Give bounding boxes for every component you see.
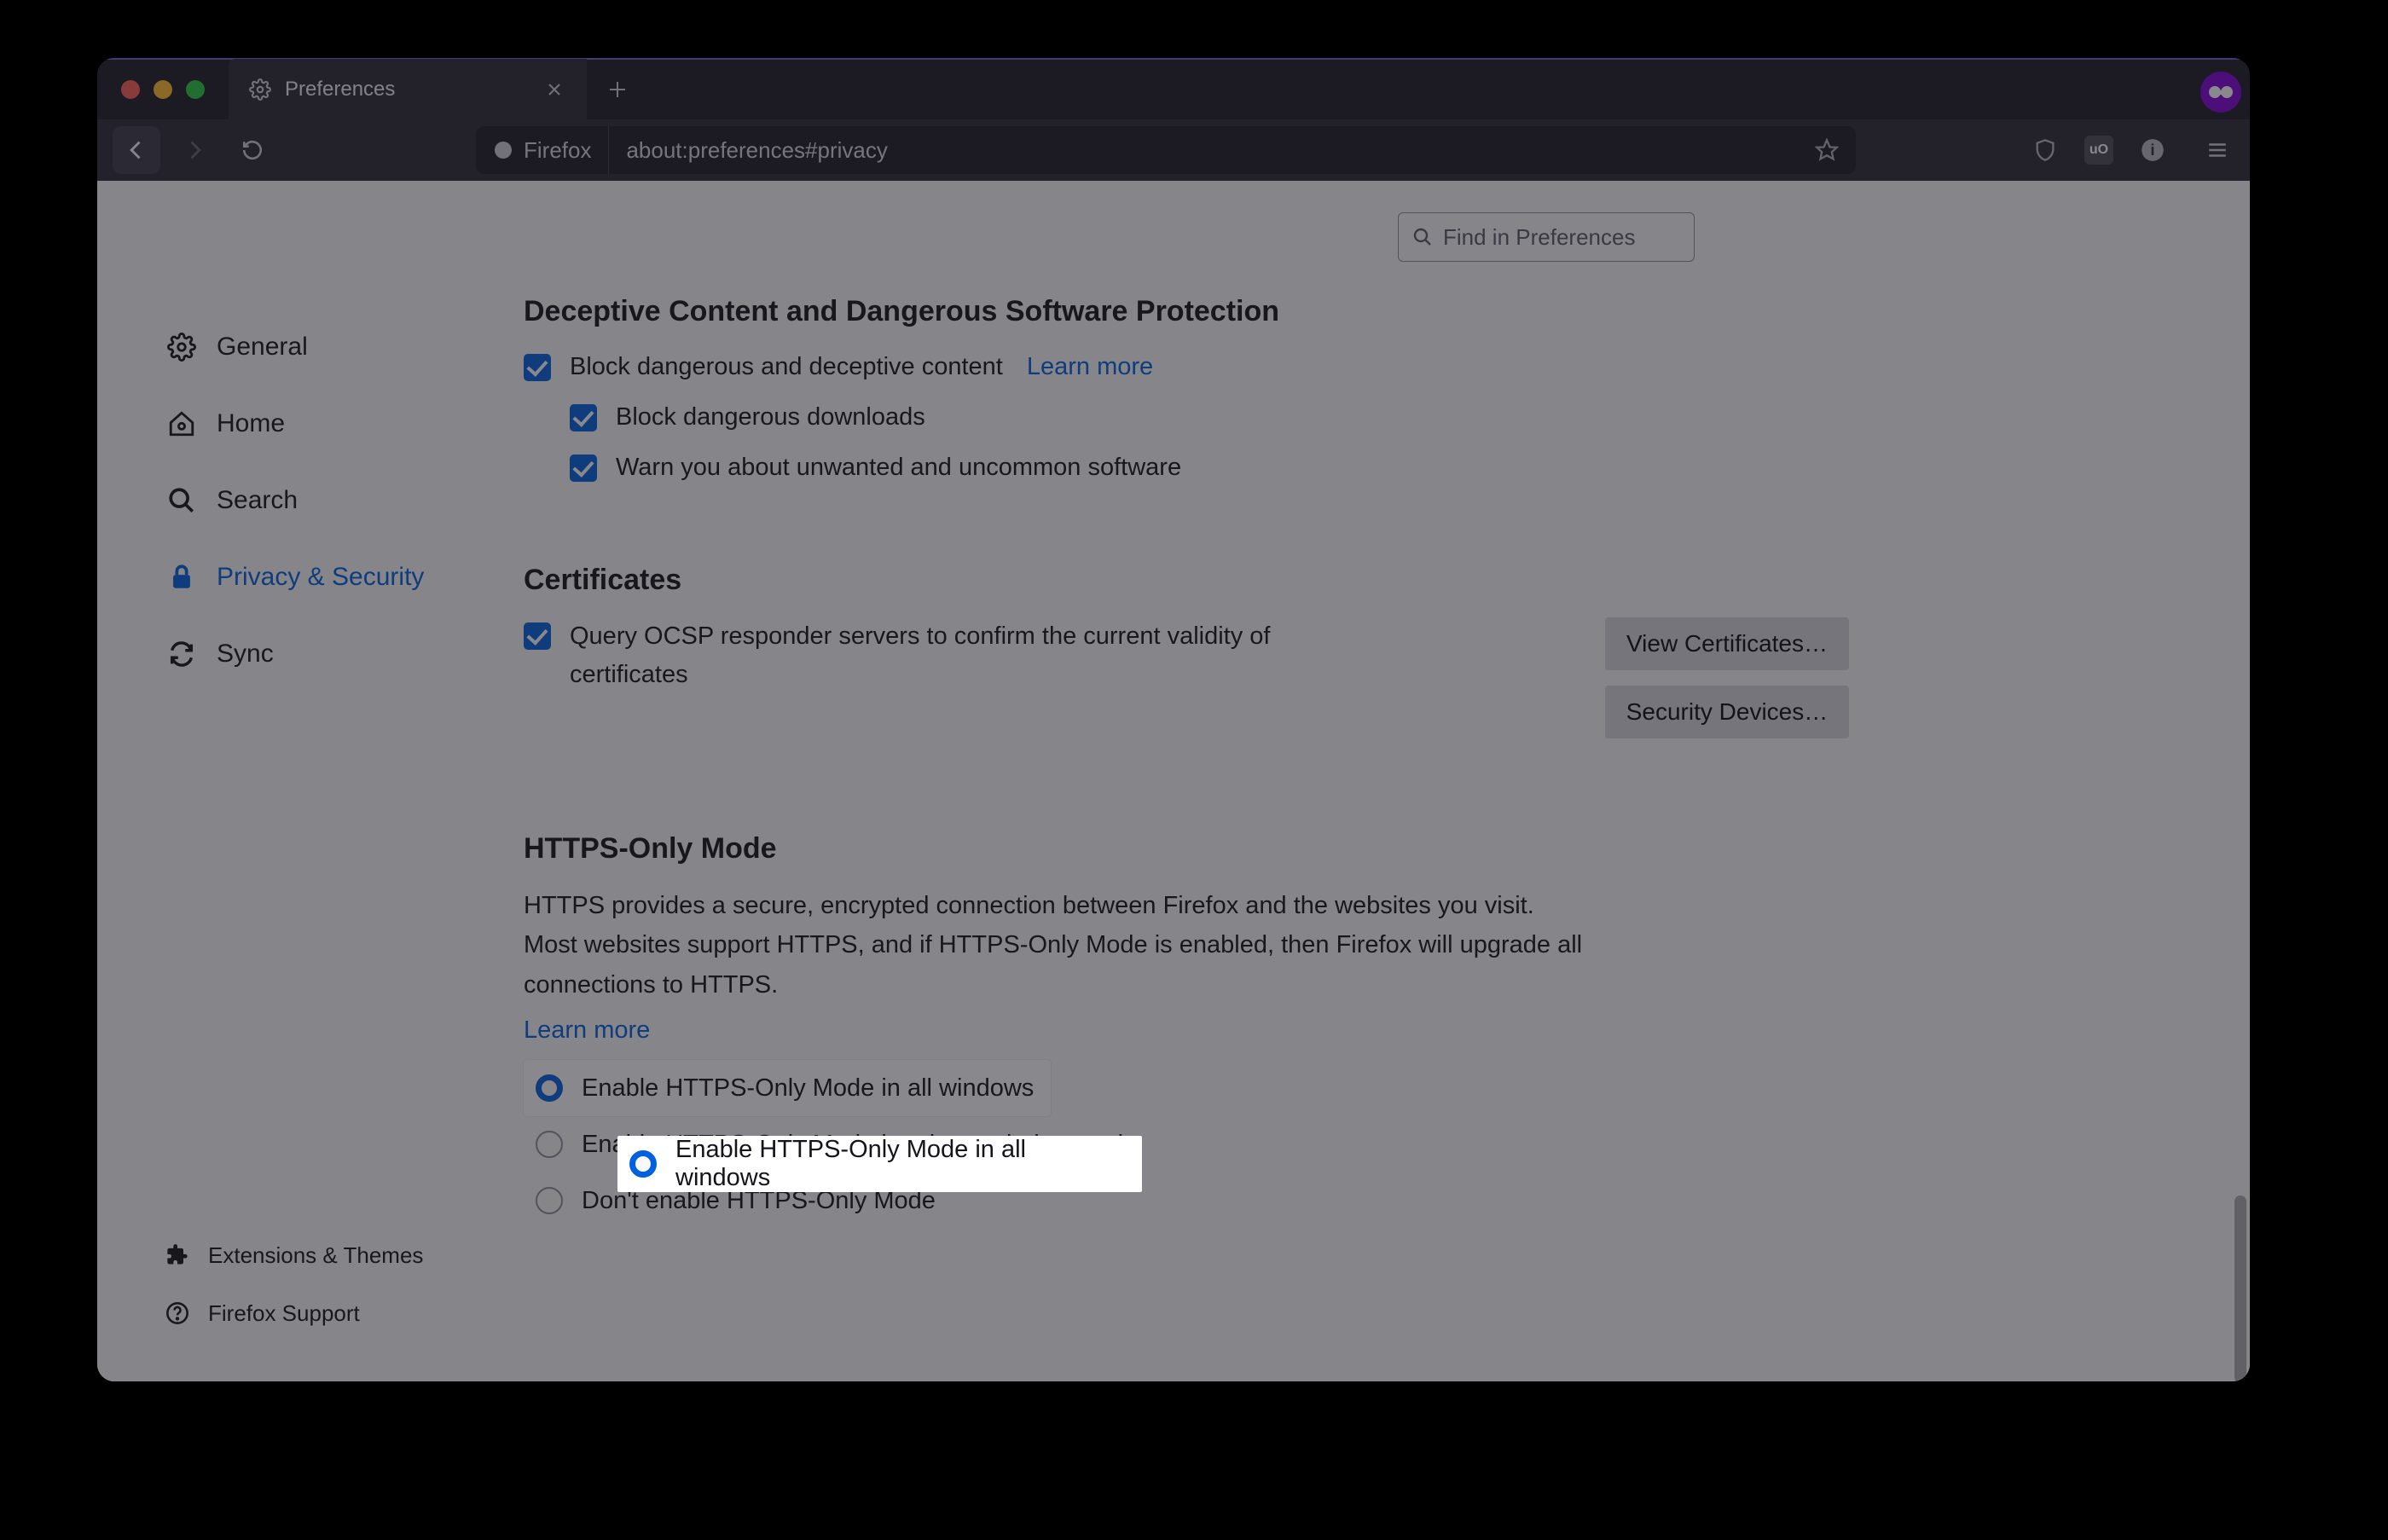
sidebar-item-label: Privacy & Security bbox=[217, 563, 424, 592]
private-browsing-icon bbox=[2200, 72, 2241, 113]
tab-preferences[interactable]: Preferences bbox=[229, 59, 587, 120]
sidebar-item-search[interactable]: Search bbox=[165, 462, 490, 539]
checkbox-label: Block dangerous and deceptive content bbox=[570, 353, 1003, 381]
browser-window: Preferences Firefox about:preferenc bbox=[97, 58, 2250, 1381]
radio-label: Enable HTTPS-Only Mode in all windows bbox=[582, 1074, 1034, 1103]
forward-button[interactable] bbox=[171, 126, 218, 174]
tab-close-button[interactable] bbox=[542, 78, 566, 101]
identity-label: Firefox bbox=[524, 137, 591, 164]
reload-button[interactable] bbox=[229, 126, 276, 174]
gear-icon bbox=[249, 78, 271, 101]
back-button[interactable] bbox=[113, 126, 160, 174]
checkbox-icon bbox=[570, 454, 597, 482]
search-icon bbox=[1412, 227, 1433, 247]
hamburger-menu-icon[interactable] bbox=[2200, 133, 2234, 167]
checkbox-ocsp[interactable]: Query OCSP responder servers to confirm … bbox=[524, 617, 1308, 694]
checkbox-icon bbox=[524, 354, 551, 381]
section-title-https-only: HTTPS-Only Mode bbox=[524, 832, 1849, 866]
find-in-preferences-input[interactable]: Find in Preferences bbox=[1398, 212, 1695, 262]
tab-title: Preferences bbox=[285, 78, 395, 101]
sidebar-item-support[interactable]: Firefox Support bbox=[165, 1284, 423, 1342]
lock-icon bbox=[165, 561, 198, 593]
zoom-window-button[interactable] bbox=[186, 80, 205, 99]
learn-more-link[interactable]: Learn more bbox=[524, 1016, 650, 1044]
preferences-main-pane: Deceptive Content and Dangerous Software… bbox=[524, 300, 1849, 1229]
new-tab-button[interactable] bbox=[592, 64, 643, 115]
puzzle-icon bbox=[165, 1243, 189, 1267]
svg-text:i: i bbox=[2150, 141, 2154, 159]
minimize-window-button[interactable] bbox=[154, 80, 172, 99]
sidebar-item-home[interactable]: Home bbox=[165, 385, 490, 462]
scrollbar-thumb[interactable] bbox=[2234, 1196, 2246, 1381]
preferences-sidebar: General Home Search Privacy & Security S… bbox=[165, 309, 490, 692]
radio-icon bbox=[629, 1150, 657, 1178]
radio-icon bbox=[536, 1074, 563, 1102]
radio-label-highlight: Enable HTTPS-Only Mode in all windows bbox=[675, 1136, 1125, 1192]
checkbox-icon bbox=[524, 622, 551, 650]
home-icon bbox=[165, 408, 198, 440]
sidebar-item-label: Firefox Support bbox=[208, 1300, 360, 1327]
find-placeholder: Find in Preferences bbox=[1443, 224, 1635, 251]
section-title-deceptive: Deceptive Content and Dangerous Software… bbox=[524, 295, 1849, 327]
url-text: about:preferences#privacy bbox=[609, 137, 1798, 164]
preferences-content: Find in Preferences General Home Search … bbox=[97, 181, 2250, 1381]
sidebar-item-label: Home bbox=[217, 409, 285, 438]
checkbox-warn-unwanted[interactable]: Warn you about unwanted and uncommon sof… bbox=[570, 454, 1849, 482]
radio-https-all-windows[interactable]: Enable HTTPS-Only Mode in all windows bbox=[524, 1060, 1051, 1116]
security-devices-button[interactable]: Security Devices… bbox=[1605, 686, 1849, 738]
search-icon bbox=[165, 484, 198, 517]
gear-icon bbox=[165, 331, 198, 363]
https-only-description: HTTPS provides a secure, encrypted conne… bbox=[524, 886, 1590, 1004]
tab-bar: Preferences bbox=[97, 58, 2250, 119]
bookmark-star-icon[interactable] bbox=[1798, 138, 1856, 162]
firefox-logo-icon bbox=[493, 140, 513, 160]
identity-box[interactable]: Firefox bbox=[476, 126, 609, 174]
sidebar-bottom: Extensions & Themes Firefox Support bbox=[165, 1226, 423, 1342]
sidebar-item-privacy[interactable]: Privacy & Security bbox=[165, 539, 490, 616]
section-title-certificates: Certificates bbox=[524, 564, 1849, 597]
sidebar-item-general[interactable]: General bbox=[165, 309, 490, 385]
checkbox-block-downloads[interactable]: Block dangerous downloads bbox=[570, 403, 1849, 431]
checkbox-label: Query OCSP responder servers to confirm … bbox=[570, 617, 1308, 694]
close-window-button[interactable] bbox=[121, 80, 140, 99]
radio-icon bbox=[536, 1187, 563, 1214]
sidebar-item-sync[interactable]: Sync bbox=[165, 616, 490, 692]
ublock-icon[interactable]: uO bbox=[2084, 136, 2113, 165]
view-certificates-button[interactable]: View Certificates… bbox=[1605, 617, 1849, 670]
learn-more-link[interactable]: Learn more bbox=[1027, 353, 1153, 381]
sidebar-item-label: General bbox=[217, 333, 308, 362]
checkbox-icon bbox=[570, 404, 597, 431]
url-bar[interactable]: Firefox about:preferences#privacy bbox=[476, 126, 1856, 174]
question-icon bbox=[165, 1301, 189, 1325]
window-controls bbox=[97, 80, 229, 99]
checkbox-label: Block dangerous downloads bbox=[616, 403, 925, 431]
sidebar-item-label: Sync bbox=[217, 640, 274, 669]
sync-icon bbox=[165, 638, 198, 670]
checkbox-block-deceptive[interactable]: Block dangerous and deceptive content Le… bbox=[524, 353, 1849, 381]
sidebar-item-label: Search bbox=[217, 486, 298, 515]
sidebar-item-extensions[interactable]: Extensions & Themes bbox=[165, 1226, 423, 1284]
sidebar-item-label: Extensions & Themes bbox=[208, 1242, 423, 1269]
toolbar-right: uO i bbox=[2028, 133, 2234, 167]
shield-icon[interactable] bbox=[2028, 133, 2062, 167]
radio-icon bbox=[536, 1131, 563, 1158]
checkbox-label: Warn you about unwanted and uncommon sof… bbox=[616, 454, 1181, 482]
info-icon[interactable]: i bbox=[2136, 133, 2170, 167]
nav-toolbar: Firefox about:preferences#privacy uO i bbox=[97, 119, 2250, 181]
